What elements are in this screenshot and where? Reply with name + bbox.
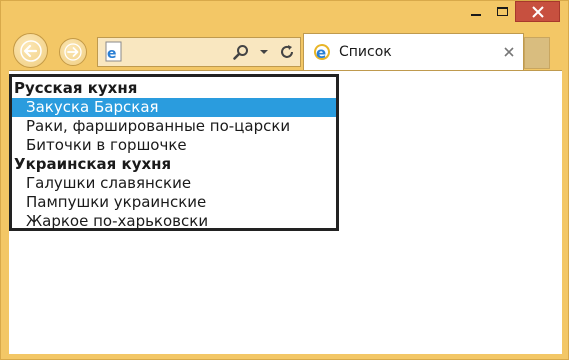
close-tab-icon[interactable] [503, 46, 515, 58]
page-content: Русская кухня Закуска Барская Раки, фарш… [9, 70, 562, 354]
back-arrow-icon [19, 39, 42, 62]
list-option[interactable]: Жаркое по-харьковски [12, 212, 336, 231]
maximize-button[interactable] [489, 1, 515, 22]
refresh-icon [281, 45, 293, 58]
ie-page-icon: e [314, 44, 330, 62]
browser-window: e e Список Русская кухня Закуска Барская… [0, 0, 569, 360]
tab-label: Список [339, 44, 392, 60]
chevron-down-icon [260, 50, 268, 54]
optgroup-label: Украинская кухня [14, 155, 172, 173]
ie-page-icon: e [105, 41, 122, 62]
maximize-icon [496, 7, 508, 16]
minimize-icon [471, 13, 481, 16]
list-option[interactable]: Раки, фаршированные по-царски [12, 117, 336, 136]
list-option-selected[interactable]: Закуска Барская [12, 98, 336, 117]
optgroup-label: Русская кухня [14, 79, 138, 97]
minimize-button[interactable] [463, 1, 489, 22]
search-button[interactable] [231, 42, 251, 62]
search-icon [233, 45, 248, 60]
address-bar[interactable]: e [97, 37, 301, 67]
navigation-bar: e e Список [1, 32, 569, 70]
list-option[interactable]: Биточки в горшочке [12, 136, 336, 155]
forward-arrow-icon [64, 43, 82, 61]
back-button[interactable] [13, 33, 48, 68]
close-icon [531, 5, 544, 18]
new-tab-button[interactable] [524, 37, 550, 69]
list-option[interactable]: Пампушки украинские [12, 193, 336, 212]
refresh-button[interactable] [277, 42, 297, 62]
tab-current[interactable]: e Список [303, 33, 524, 70]
address-dropdown-button[interactable] [254, 42, 274, 62]
list-option[interactable]: Галушки славянские [12, 174, 336, 193]
close-button[interactable] [515, 1, 560, 22]
caption-buttons [463, 1, 560, 24]
svg-text:e: e [316, 44, 326, 62]
svg-text:e: e [107, 46, 117, 62]
forward-button[interactable] [59, 38, 87, 66]
dish-select-list[interactable]: Русская кухня Закуска Барская Раки, фарш… [9, 74, 339, 231]
